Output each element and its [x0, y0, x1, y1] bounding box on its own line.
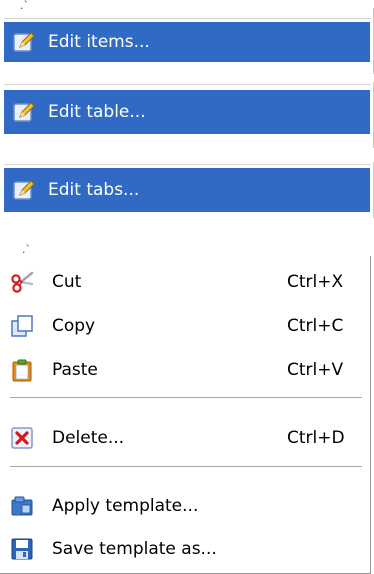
- shortcut-label: Ctrl+X: [287, 272, 344, 292]
- menu-item-cut[interactable]: Cut Ctrl+X: [0, 262, 370, 302]
- menu-item-copy[interactable]: Copy Ctrl+C: [0, 306, 370, 346]
- shortcut-label: Ctrl+C: [287, 316, 344, 336]
- shortcut-label: Ctrl+V: [287, 360, 344, 380]
- menu-item-label: Edit table...: [48, 102, 146, 122]
- divider: [4, 18, 371, 19]
- context-menu: Cut Ctrl+X Copy Ctrl+C Paste Ctrl+V Dele…: [0, 256, 371, 574]
- edit-pencil-icon: [13, 32, 35, 52]
- clipped-fragment: .`: [22, 243, 31, 256]
- menu-item-label: Edit items...: [48, 32, 150, 52]
- menu-separator: [10, 466, 362, 468]
- menu-item-label: Paste: [52, 360, 98, 380]
- menu-item-edit-table[interactable]: Edit table...: [4, 90, 370, 134]
- menu-item-paste[interactable]: Paste Ctrl+V: [0, 350, 370, 390]
- menu-item-delete[interactable]: Delete... Ctrl+D: [0, 418, 370, 458]
- apply-template-icon: [11, 496, 33, 516]
- menu-item-label: Edit tabs...: [48, 180, 140, 200]
- scissors-icon: [11, 271, 34, 293]
- edit-pencil-icon: [13, 102, 35, 122]
- menu-item-label: Delete...: [52, 428, 125, 448]
- shortcut-label: Ctrl+D: [287, 428, 345, 448]
- edit-pencil-icon: [13, 180, 35, 200]
- menu-item-label: Save template as...: [52, 539, 217, 559]
- divider: [4, 164, 371, 165]
- save-icon: [11, 538, 33, 560]
- menu-strip-edit-table: Edit table...: [0, 82, 374, 148]
- menu-item-save-template[interactable]: Save template as...: [0, 529, 370, 569]
- menu-item-apply-template[interactable]: Apply template...: [0, 486, 370, 526]
- copy-icon: [11, 315, 33, 337]
- paste-icon: [12, 359, 32, 382]
- delete-icon: [11, 427, 33, 449]
- menu-strip-edit-tabs: Edit tabs...: [0, 162, 374, 218]
- menu-item-label: Cut: [52, 272, 82, 292]
- menu-item-label: Apply template...: [52, 496, 199, 516]
- menu-item-edit-items[interactable]: Edit items...: [4, 22, 370, 62]
- menu-separator: [10, 397, 362, 399]
- menu-item-edit-tabs[interactable]: Edit tabs...: [4, 168, 370, 212]
- menu-item-label: Copy: [52, 316, 96, 336]
- menu-strip-edit-items: Edit items...: [0, 8, 374, 74]
- divider: [4, 84, 371, 85]
